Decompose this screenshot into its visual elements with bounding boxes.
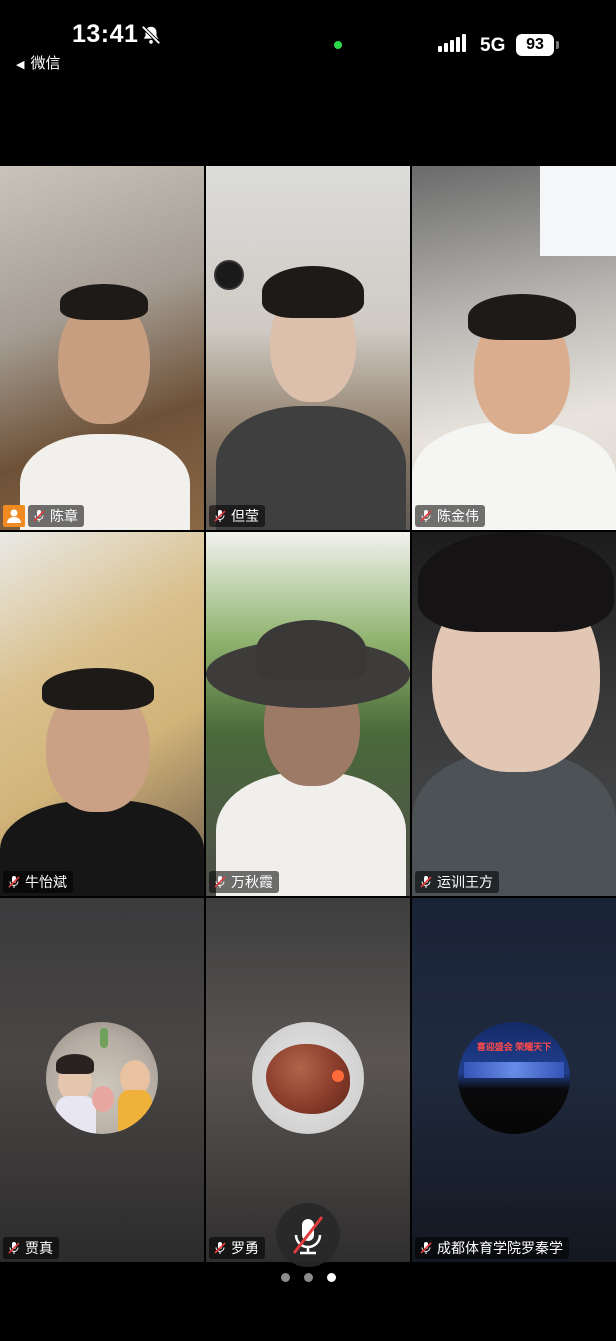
participant-name: 运训王方 [437,874,493,890]
page-dot[interactable] [280,1273,290,1282]
status-time: 13:41 [72,20,139,48]
avatar: 喜迎盛会 荣耀天下 [458,1022,570,1134]
microphone-off-icon [420,876,432,888]
participant-name-tag: 但莹 [209,505,265,527]
microphone-off-icon [214,1242,226,1254]
host-badge [3,505,25,527]
video-grid: 陈章 但莹 陈金伟 牛怡斌 万秋霞 运训王方 贾真 罗勇 喜迎盛会 荣耀天下 成… [0,166,616,1262]
page-dot[interactable] [303,1273,313,1282]
participant-name: 牛怡斌 [25,874,67,890]
back-app-label: 微信 [30,55,61,72]
microphone-off-icon [33,510,45,522]
participant-tile[interactable]: 陈章 [0,166,204,530]
battery-nub [556,41,559,49]
back-to-wechat-link[interactable]: ◀ 微信 [16,52,60,73]
participant-name: 但莹 [231,508,259,524]
microphone-off-icon [8,1242,20,1254]
participant-name-tag: 牛怡斌 [3,871,73,893]
participant-tile[interactable]: 牛怡斌 [0,532,204,896]
cellular-signal-icon [438,34,466,52]
host-person-icon [7,509,21,523]
participant-name-tag: 万秋霞 [209,871,279,893]
participant-name: 陈章 [50,508,78,524]
mute-toggle-button[interactable] [276,1203,340,1267]
participant-name: 贾真 [25,1240,53,1256]
participant-name-tag: 贾真 [3,1237,59,1259]
participant-name-tag: 陈章 [28,505,84,527]
participant-tile[interactable]: 运训王方 [412,532,616,896]
participant-tile[interactable]: 贾真 [0,898,204,1262]
participant-name-tag: 成都体育学院罗秦学 [415,1237,569,1259]
microphone-off-icon [292,1216,324,1255]
avatar [252,1022,364,1134]
participant-tile[interactable]: 万秋霞 [206,532,410,896]
participant-name-tag: 罗勇 [209,1237,265,1259]
avatar-banner-text: 喜迎盛会 荣耀天下 [476,1042,552,1052]
microphone-off-icon [8,876,20,888]
participant-name-tag: 运训王方 [415,871,499,893]
bell-slash-icon [141,25,161,45]
microphone-off-icon [214,510,226,522]
page-dot-active[interactable] [326,1273,336,1282]
participant-tile[interactable]: 陈金伟 [412,166,616,530]
page-indicator [0,1273,616,1283]
participant-name-tag: 陈金伟 [415,505,485,527]
participant-name: 陈金伟 [437,508,479,524]
network-type: 5G [480,35,506,56]
status-bar: 13:41 ◀ 微信 5G 93 [0,0,616,80]
microphone-off-icon [420,1242,432,1254]
participant-name: 罗勇 [231,1240,259,1256]
participant-name: 万秋霞 [231,874,273,890]
back-triangle-icon: ◀ [16,59,25,71]
participant-tile[interactable]: 喜迎盛会 荣耀天下 成都体育学院罗秦学 [412,898,616,1262]
participant-name: 成都体育学院罗秦学 [437,1240,563,1256]
microphone-off-icon [420,510,432,522]
participant-tile[interactable]: 但莹 [206,166,410,530]
battery-level: 93 [516,34,554,56]
microphone-off-icon [214,876,226,888]
avatar [46,1022,158,1134]
camera-in-use-indicator [334,41,342,49]
